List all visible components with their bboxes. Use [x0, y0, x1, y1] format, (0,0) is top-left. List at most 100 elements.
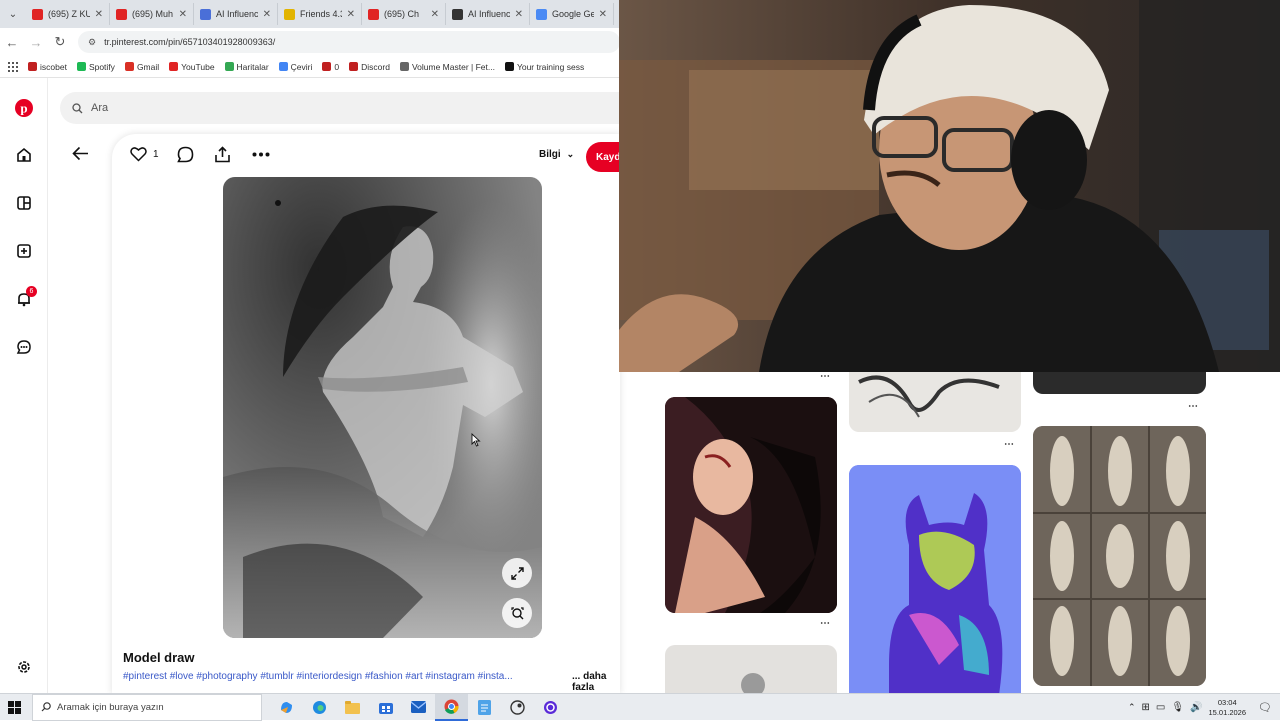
browser-tab[interactable]: (695) Z KU ✕	[26, 3, 110, 25]
home-icon[interactable]	[14, 145, 34, 165]
store-icon[interactable]	[369, 694, 402, 721]
forward-icon[interactable]: →	[24, 35, 48, 50]
more-options-icon[interactable]	[252, 152, 270, 157]
save-button[interactable]: Kaydet	[586, 142, 620, 172]
pin-image[interactable]	[223, 177, 542, 638]
chevron-up-icon[interactable]: ⌃	[1128, 702, 1136, 713]
back-arrow-icon[interactable]	[72, 146, 89, 166]
search-input[interactable]: Ara	[60, 92, 620, 124]
windows-taskbar: Aramak için buraya yazın ⌃ ⊞ ▭ 🎙 🔊 03:04…	[0, 693, 1280, 721]
tab-close-icon[interactable]: ✕	[599, 9, 607, 20]
messages-icon[interactable]	[14, 337, 34, 357]
system-tray: ⌃ ⊞ ▭ 🎙 🔊 03:04 15.01.2026 🗨	[1128, 694, 1280, 721]
related-pin-bulldog-statue[interactable]	[849, 465, 1021, 693]
bookmark-label: Discord	[361, 61, 390, 72]
related-pin-sculpture[interactable]	[665, 645, 837, 693]
notifications-icon[interactable]: 6	[14, 286, 37, 309]
bookmark-item[interactable]: Gmail	[120, 62, 164, 72]
tab-close-icon[interactable]: ✕	[515, 9, 523, 20]
edge-icon[interactable]	[303, 694, 336, 721]
related-pin-sketch[interactable]	[849, 372, 1021, 432]
browser-tab[interactable]: (695) Ch ✕	[362, 3, 446, 25]
heart-icon	[130, 147, 147, 162]
related-pin-statue-grid[interactable]	[1033, 426, 1206, 686]
windows-start-icon[interactable]	[8, 701, 21, 719]
notification-center-icon[interactable]: 🗨	[1258, 701, 1272, 714]
expand-icon[interactable]	[502, 558, 532, 588]
taskbar-search-placeholder: Aramak için buraya yazın	[57, 701, 164, 713]
apps-icon[interactable]	[0, 61, 23, 72]
tab-label: AI Influenc	[216, 9, 258, 19]
tab-close-icon[interactable]: ✕	[431, 9, 439, 20]
address-bar[interactable]: ⚙ tr.pinterest.com/pin/65710340192800936…	[78, 31, 620, 53]
explore-icon[interactable]	[14, 193, 34, 213]
tab-search-button[interactable]: ⌄	[0, 9, 26, 20]
bookmark-item[interactable]: YouTube	[164, 62, 219, 72]
bookmark-label: Volume Master | Fet...	[411, 61, 495, 72]
tab-favicon-icon	[32, 8, 43, 20]
bookmark-item[interactable]: 0	[317, 62, 344, 72]
tab-favicon-icon	[452, 8, 463, 20]
search-icon	[72, 102, 83, 113]
browser-tab-strip: ⌄ (695) Z KU ✕ (695) Muh ✕ AI Influenc ✕ Frien…	[0, 0, 620, 28]
clock[interactable]: 03:04 15.01.2026	[1208, 698, 1246, 718]
pin-more-icon[interactable]: ⋯	[1004, 439, 1014, 450]
back-icon[interactable]: ←	[0, 35, 24, 50]
bookmark-item[interactable]: Çeviri	[274, 62, 318, 72]
tab-favicon-icon	[116, 8, 127, 20]
create-icon[interactable]	[14, 241, 34, 261]
like-button[interactable]: 1	[130, 146, 159, 162]
pinterest-logo-icon[interactable]: p	[14, 98, 34, 118]
related-pin-dark[interactable]	[1033, 372, 1206, 394]
reload-icon[interactable]: ↻	[48, 34, 72, 50]
notification-badge: 6	[26, 286, 37, 297]
tab-close-icon[interactable]: ✕	[179, 9, 187, 20]
browser-tab[interactable]: Google Ge ✕	[530, 3, 614, 25]
bookmark-item[interactable]: iscobet	[23, 62, 72, 72]
notepad-icon[interactable]	[468, 694, 501, 721]
tab-close-icon[interactable]: ✕	[95, 9, 103, 20]
mail-icon[interactable]	[402, 694, 435, 721]
comment-icon[interactable]	[177, 146, 194, 163]
settings-icon[interactable]	[14, 657, 34, 677]
browser-tab[interactable]: Friends 4.3 ✕	[278, 3, 362, 25]
browser-tab[interactable]: AI Influenc ✕	[446, 3, 530, 25]
pin-hashtags[interactable]: #pinterest #love #photography #tumblr #i…	[123, 671, 573, 682]
tab-close-icon[interactable]: ✕	[347, 9, 355, 20]
site-info-icon[interactable]: ⚙	[88, 37, 96, 48]
browser-tab[interactable]: (695) Muh ✕	[110, 3, 194, 25]
volume-icon[interactable]: 🔊	[1190, 702, 1202, 713]
share-icon[interactable]	[214, 146, 231, 163]
microphone-icon[interactable]: 🎙	[1171, 702, 1184, 713]
network-icon[interactable]: ⊞	[1141, 702, 1149, 713]
url-text: tr.pinterest.com/pin/657103401928009363/	[104, 37, 276, 47]
bookmark-label: Your training sess	[516, 61, 585, 72]
copilot-icon[interactable]	[270, 694, 303, 721]
file-explorer-icon[interactable]	[336, 694, 369, 721]
tab-favicon-icon	[284, 8, 295, 20]
obs-icon[interactable]	[534, 694, 567, 721]
search-icon	[41, 702, 51, 712]
show-more-link[interactable]: ... daha fazla	[570, 671, 620, 693]
pin-more-icon[interactable]: ⋯	[1188, 401, 1198, 412]
visual-search-icon[interactable]	[502, 598, 532, 628]
bookmark-item[interactable]: Volume Master | Fet...	[395, 62, 500, 72]
related-pin-portrait-painting[interactable]	[665, 397, 837, 613]
pin-more-icon[interactable]: ⋯	[820, 372, 830, 382]
info-label: Bilgi	[539, 149, 561, 160]
bookmark-item[interactable]: Spotify	[72, 62, 120, 72]
pin-more-icon[interactable]: ⋯	[820, 618, 830, 629]
tab-favicon-icon	[368, 8, 379, 20]
clock-date: 15.01.2026	[1208, 707, 1247, 717]
battery-icon[interactable]: ▭	[1156, 702, 1165, 713]
bookmark-item[interactable]: Your training sess	[500, 62, 589, 72]
bookmark-item[interactable]: Discord	[344, 62, 395, 72]
chrome-icon[interactable]	[435, 693, 468, 721]
browser-tab[interactable]: AI Influenc ✕	[194, 3, 278, 25]
bookmark-label: YouTube	[181, 61, 215, 72]
tab-close-icon[interactable]: ✕	[263, 9, 271, 20]
bookmark-item[interactable]: Haritalar	[220, 62, 274, 72]
steam-icon[interactable]	[501, 694, 534, 721]
taskbar-search-input[interactable]: Aramak için buraya yazın	[32, 693, 262, 721]
info-dropdown[interactable]: Bilgi ⌄	[539, 149, 574, 160]
